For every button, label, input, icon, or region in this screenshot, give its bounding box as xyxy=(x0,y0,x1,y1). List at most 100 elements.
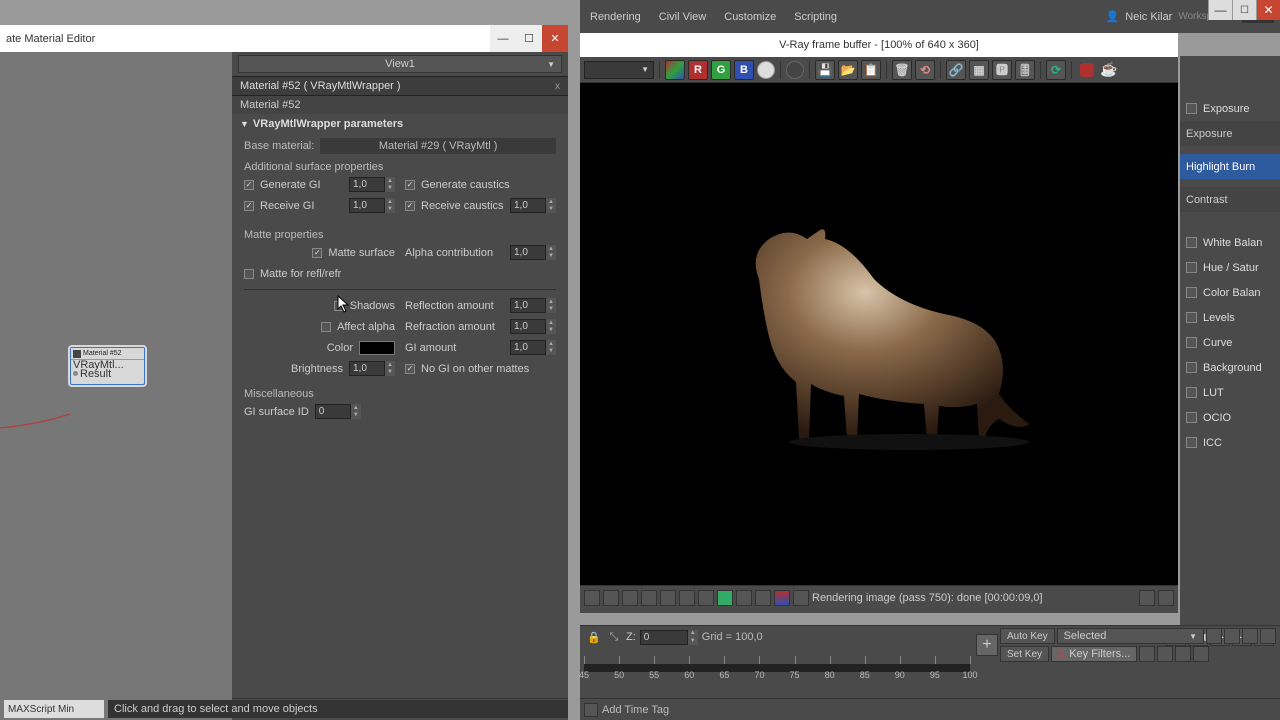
lut-checkbox[interactable] xyxy=(1186,387,1197,398)
vfb-expand-icon[interactable] xyxy=(1158,590,1174,606)
plus-button[interactable]: + xyxy=(976,634,998,656)
minimize-button[interactable]: — xyxy=(1208,0,1232,20)
maxscript-listener[interactable]: MAXScript Min xyxy=(4,700,104,718)
brightness-spinner[interactable]: ▲▼ xyxy=(349,361,395,376)
vfb-viewport[interactable] xyxy=(580,83,1178,585)
exposure-header[interactable]: Exposure xyxy=(1180,121,1280,146)
open-icon[interactable]: 📂 xyxy=(838,60,858,80)
status-icon-4[interactable] xyxy=(641,590,657,606)
status-icon-6[interactable] xyxy=(679,590,695,606)
menu-civil-view[interactable]: Civil View xyxy=(659,11,706,23)
color-corrections-icon[interactable]: 🎚 xyxy=(1015,60,1035,80)
shadows-checkbox[interactable] xyxy=(334,301,344,311)
key-icon-6[interactable] xyxy=(1157,646,1173,662)
close-button[interactable]: ✕ xyxy=(1256,0,1280,20)
levels-checkbox[interactable] xyxy=(1186,312,1197,323)
gi-surface-id-spinner[interactable]: ▲▼ xyxy=(315,404,361,419)
icc-checkbox[interactable] xyxy=(1186,437,1197,448)
matte-refl-refr-checkbox[interactable] xyxy=(244,269,254,279)
affect-alpha-checkbox[interactable] xyxy=(321,322,331,332)
key-icon-7[interactable] xyxy=(1175,646,1191,662)
white-balance-checkbox[interactable] xyxy=(1186,237,1197,248)
generate-caustics-checkbox[interactable] xyxy=(405,180,415,190)
hue-sat-checkbox[interactable] xyxy=(1186,262,1197,273)
status-icon-9[interactable] xyxy=(736,590,752,606)
menu-rendering[interactable]: Rendering xyxy=(590,11,641,23)
key-filters-button[interactable]: ⚿ Key Filters... xyxy=(1051,646,1137,662)
mat-minimize-button[interactable]: — xyxy=(490,25,516,52)
mono-channel-button[interactable] xyxy=(786,61,804,79)
menu-customize[interactable]: Customize xyxy=(724,11,776,23)
color-swatch[interactable] xyxy=(359,341,395,355)
save-icon[interactable]: 💾 xyxy=(815,60,835,80)
material-node[interactable]: Material #52 VRayMtl... Result xyxy=(70,347,145,385)
stop-render-button[interactable] xyxy=(1077,60,1097,80)
status-icon-7[interactable] xyxy=(698,590,714,606)
receive-caustics-checkbox[interactable] xyxy=(405,201,415,211)
receive-gi-checkbox[interactable] xyxy=(244,201,254,211)
receive-gi-spinner[interactable]: ▲▼ xyxy=(349,198,395,213)
add-time-tag[interactable]: Add Time Tag xyxy=(602,704,669,716)
status-icon-3[interactable] xyxy=(622,590,638,606)
status-icon-1[interactable] xyxy=(584,590,600,606)
timeline[interactable]: 4550556065707580859095100 xyxy=(584,652,970,684)
wrapper-foldout[interactable]: ▼ VRayMtlWrapper parameters xyxy=(232,114,568,132)
maximize-button[interactable]: ☐ xyxy=(1232,0,1256,20)
status-icon-10[interactable] xyxy=(755,590,771,606)
render-button[interactable]: ☕ xyxy=(1100,61,1118,79)
alpha-contribution-spinner[interactable]: ▲▼ xyxy=(510,245,556,260)
vfb-dock-icon[interactable] xyxy=(1139,590,1155,606)
mat-maximize-button[interactable]: ☐ xyxy=(516,25,542,52)
region-icon[interactable]: ▦ xyxy=(969,60,989,80)
status-icon-5[interactable] xyxy=(660,590,676,606)
material-name-field[interactable]: Material #52 xyxy=(232,96,568,114)
alpha-channel-button[interactable] xyxy=(757,61,775,79)
z-spinner[interactable]: ▲▼ xyxy=(640,630,698,645)
blue-channel-button[interactable]: B xyxy=(734,60,754,80)
key-icon-2[interactable] xyxy=(1224,628,1240,644)
status-icon-2[interactable] xyxy=(603,590,619,606)
status-icon-8[interactable] xyxy=(717,590,733,606)
base-material-slot[interactable]: Material #29 ( VRayMtl ) xyxy=(320,138,556,154)
view-selector[interactable]: View1 ▼ xyxy=(238,55,562,73)
green-channel-button[interactable]: G xyxy=(711,60,731,80)
set-key-button[interactable]: Set Key xyxy=(1000,646,1049,662)
time-tag-icon[interactable] xyxy=(584,703,598,717)
auto-key-button[interactable]: Auto Key xyxy=(1000,628,1055,644)
pixel-info-icon[interactable]: 🅿 xyxy=(992,60,1012,80)
matte-surface-checkbox[interactable] xyxy=(312,248,322,258)
mat-close-button[interactable]: ✕ xyxy=(542,25,568,52)
ocio-checkbox[interactable] xyxy=(1186,412,1197,423)
contrast-header[interactable]: Contrast xyxy=(1180,187,1280,212)
node-graph-area[interactable]: Material #52 VRayMtl... Result xyxy=(0,52,232,720)
vfb-titlebar[interactable]: V-Ray frame buffer - [100% of 640 x 360] xyxy=(580,33,1178,57)
key-mode-selector[interactable]: Selected▼ xyxy=(1057,628,1204,644)
vfb-channel-combo[interactable]: ▼ xyxy=(584,61,654,79)
clipboard-icon[interactable]: 📋 xyxy=(861,60,881,80)
curve-checkbox[interactable] xyxy=(1186,337,1197,348)
exposure-checkbox[interactable] xyxy=(1186,103,1197,114)
key-icon-4[interactable] xyxy=(1260,628,1276,644)
receive-caustics-spinner[interactable]: ▲▼ xyxy=(510,198,556,213)
key-icon-3[interactable] xyxy=(1242,628,1258,644)
status-icon-12[interactable] xyxy=(793,590,809,606)
refraction-amount-spinner[interactable]: ▲▼ xyxy=(510,319,556,334)
key-icon-1[interactable] xyxy=(1206,628,1222,644)
red-channel-button[interactable]: R xyxy=(688,60,708,80)
key-icon-5[interactable] xyxy=(1139,646,1155,662)
status-icon-11[interactable] xyxy=(774,590,790,606)
color-balance-checkbox[interactable] xyxy=(1186,287,1197,298)
link-icon[interactable]: 🔗 xyxy=(946,60,966,80)
key-icon-8[interactable] xyxy=(1193,646,1209,662)
lock-icon[interactable]: 🔒 xyxy=(586,629,602,645)
reflection-amount-spinner[interactable]: ▲▼ xyxy=(510,298,556,313)
menu-scripting[interactable]: Scripting xyxy=(794,11,837,23)
rgb-icon[interactable] xyxy=(665,60,685,80)
panel-close-icon[interactable]: x xyxy=(555,81,560,92)
generate-gi-spinner[interactable]: ▲▼ xyxy=(349,177,395,192)
refresh-icon[interactable]: ⟳ xyxy=(1046,60,1066,80)
gi-amount-spinner[interactable]: ▲▼ xyxy=(510,340,556,355)
highlight-burn-header[interactable]: Highlight Burn xyxy=(1180,154,1280,179)
generate-gi-checkbox[interactable] xyxy=(244,180,254,190)
axis-icon[interactable]: ⤡ xyxy=(606,629,622,645)
